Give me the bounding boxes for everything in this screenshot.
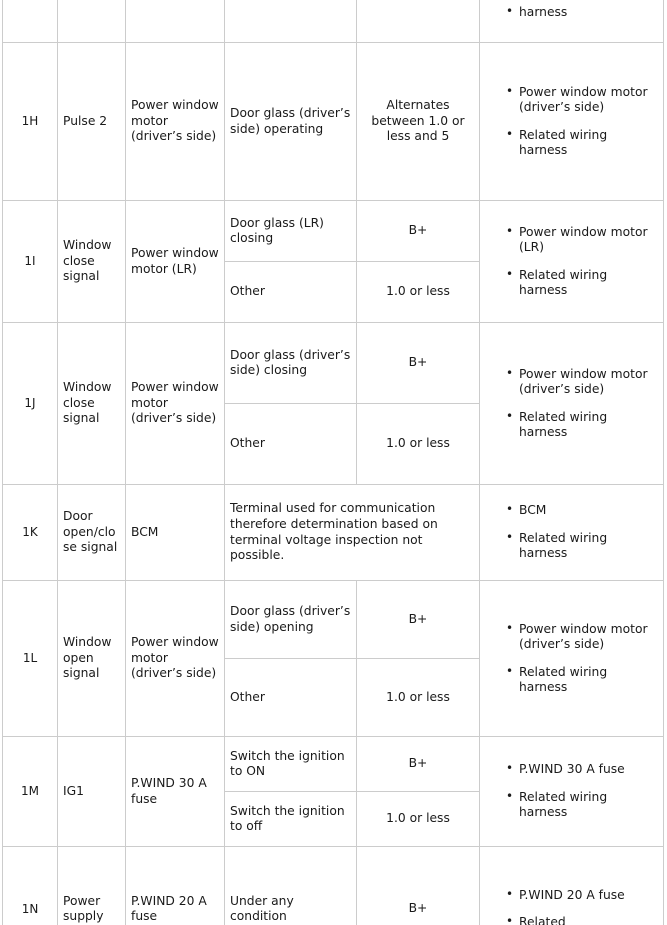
connected-to-cell: P.WIND 30 A fuse <box>125 736 225 847</box>
table-body: wiringharness1HPulse 2Power window motor… <box>2 0 664 925</box>
inspection-parts-list: wiringharness <box>485 0 658 20</box>
terminal-number-cell: 1N <box>2 846 58 925</box>
standard-voltage-cell: B+ <box>356 846 480 925</box>
inspection-condition-cell: Switch the ignition to ON <box>224 736 357 792</box>
terminal-number-cell: 1I <box>2 200 58 323</box>
table-row: 1N Power supply P.WIND 20 A fuse Under any … <box>2 846 664 925</box>
terminal-number-cell: 1K <box>2 484 58 581</box>
inspection-part-item: Related wiring harness <box>506 267 658 299</box>
inspection-parts-list: P.WIND 20 A fuse Related <box>485 887 658 925</box>
table-scroll-container[interactable]: wiringharness1HPulse 2Power window motor… <box>0 0 667 925</box>
inspection-condition-cell: Other <box>224 658 357 737</box>
inspection-condition-cell: Door glass (driver’s side) opening <box>224 580 357 659</box>
standard-voltage-cell: Alternates between 1.0 or less and 5 <box>356 42 480 201</box>
table-row: 1I Window close signal Power window motor … <box>2 200 664 323</box>
inspection-parts-list: P.WIND 30 A fuse Related wiring harness <box>485 761 658 821</box>
inspection-part-item: P.WIND 20 A fuse <box>506 887 658 903</box>
inspection-part-item: Related <box>506 914 658 925</box>
standard-voltage-cell: 1.0 or less <box>356 658 480 737</box>
inspection-parts-list: Power window motor (driver’s side) Relate… <box>485 621 658 696</box>
signal-name-cell: Power supply <box>57 846 126 925</box>
table-row: 1J Window close signal Power window motor … <box>2 322 664 485</box>
inspection-note-cell: Terminal used for communication therefor… <box>224 484 480 581</box>
inspection-part-item: Related wiring harness <box>506 664 658 696</box>
signal-name-cell: Window close signal <box>57 322 126 485</box>
standard-voltage-cell: 1.0 or less <box>356 791 480 847</box>
inspection-parts-list: BCM Related wiring harness <box>485 502 658 562</box>
inspection-part-item: Related wiring harness <box>506 409 658 441</box>
inspection-condition-cell: Other <box>224 261 357 323</box>
inspection-condition-cell: Door glass (driver’s side) operating <box>224 42 357 201</box>
inspection-part-item: Related wiring harness <box>506 127 658 159</box>
connected-to-cell: Power window motor (driver’s side) <box>125 42 225 201</box>
inspection-condition-cell: Other <box>224 403 357 485</box>
inspection-part-item: P.WIND 30 A fuse <box>506 761 658 777</box>
inspection-part-item: Power window motor (driver’s side) <box>506 366 658 398</box>
inspection-condition-cell: Switch the ignition to off <box>224 791 357 847</box>
table-row: wiringharness <box>2 0 664 43</box>
inspection-part-item: Related wiring harness <box>506 789 658 821</box>
terminal-number-cell <box>2 0 58 43</box>
inspection-parts-cell: P.WIND 20 A fuse Related <box>479 846 664 925</box>
inspection-condition-cell: Under any condition <box>224 846 357 925</box>
inspection-part-item: Power window motor (driver’s side) <box>506 621 658 653</box>
terminal-number-cell: 1H <box>2 42 58 201</box>
inspection-part-item: Power window motor (LR) <box>506 224 658 256</box>
inspection-parts-cell: BCM Related wiring harness <box>479 484 664 581</box>
terminal-number-cell: 1J <box>2 322 58 485</box>
standard-voltage-cell: B+ <box>356 736 480 792</box>
connected-to-cell: Power window motor (driver’s side) <box>125 580 225 737</box>
standard-voltage-cell <box>356 0 480 43</box>
table-row: 1M IG1 P.WIND 30 A fuse Switch the ignition… <box>2 736 664 847</box>
inspection-condition-cell <box>224 0 357 43</box>
inspection-parts-cell: Power window motor (LR) Related wiring ha… <box>479 200 664 323</box>
signal-name-cell <box>57 0 126 43</box>
terminal-voltage-table: wiringharness1HPulse 2Power window motor… <box>2 0 664 925</box>
connected-to-cell: P.WIND 20 A fuse <box>125 846 225 925</box>
terminal-number-cell: 1L <box>2 580 58 737</box>
page-root: wiringharness1HPulse 2Power window motor… <box>0 0 667 925</box>
connected-to-cell <box>125 0 225 43</box>
inspection-parts-cell: wiringharness <box>479 0 664 43</box>
table-row: 1K Door open/close signal BCM Terminal used… <box>2 484 664 581</box>
inspection-parts-cell: Power window motor (driver’s side) Relate… <box>479 322 664 485</box>
standard-voltage-cell: 1.0 or less <box>356 403 480 485</box>
connected-to-cell: Power window motor (driver’s side) <box>125 322 225 485</box>
connected-to-cell: BCM <box>125 484 225 581</box>
terminal-number-cell: 1M <box>2 736 58 847</box>
inspection-part-item: BCM <box>506 502 658 518</box>
inspection-parts-list: Power window motor (LR) Related wiring ha… <box>485 224 658 299</box>
table-row: 1L Window open signal Power window motor (… <box>2 580 664 737</box>
inspection-parts-list: Power window motor (driver’s side) Relate… <box>485 366 658 441</box>
connected-to-cell: Power window motor (LR) <box>125 200 225 323</box>
signal-name-cell: Door open/close signal <box>57 484 126 581</box>
inspection-parts-cell: Power window motor (driver’s side) Relate… <box>479 580 664 737</box>
standard-voltage-cell: B+ <box>356 580 480 659</box>
inspection-parts-cell: P.WIND 30 A fuse Related wiring harness <box>479 736 664 847</box>
table-row: 1H Pulse 2 Power window motor (driver’s si… <box>2 42 664 201</box>
inspection-part-item: Power window motor (driver’s side) <box>506 84 658 116</box>
signal-name-cell: IG1 <box>57 736 126 847</box>
inspection-condition-cell: Door glass (driver’s side) closing <box>224 322 357 404</box>
standard-voltage-cell: B+ <box>356 322 480 404</box>
inspection-parts-list: Power window motor (driver’s side) Relate… <box>485 84 658 159</box>
inspection-part-item: Related wiring harness <box>506 530 658 562</box>
inspection-part-item: harness <box>506 4 658 20</box>
signal-name-cell: Pulse 2 <box>57 42 126 201</box>
inspection-condition-cell: Door glass (LR) closing <box>224 200 357 262</box>
signal-name-cell: Window close signal <box>57 200 126 323</box>
signal-name-cell: Window open signal <box>57 580 126 737</box>
standard-voltage-cell: B+ <box>356 200 480 262</box>
inspection-parts-cell: Power window motor (driver’s side) Relate… <box>479 42 664 201</box>
standard-voltage-cell: 1.0 or less <box>356 261 480 323</box>
